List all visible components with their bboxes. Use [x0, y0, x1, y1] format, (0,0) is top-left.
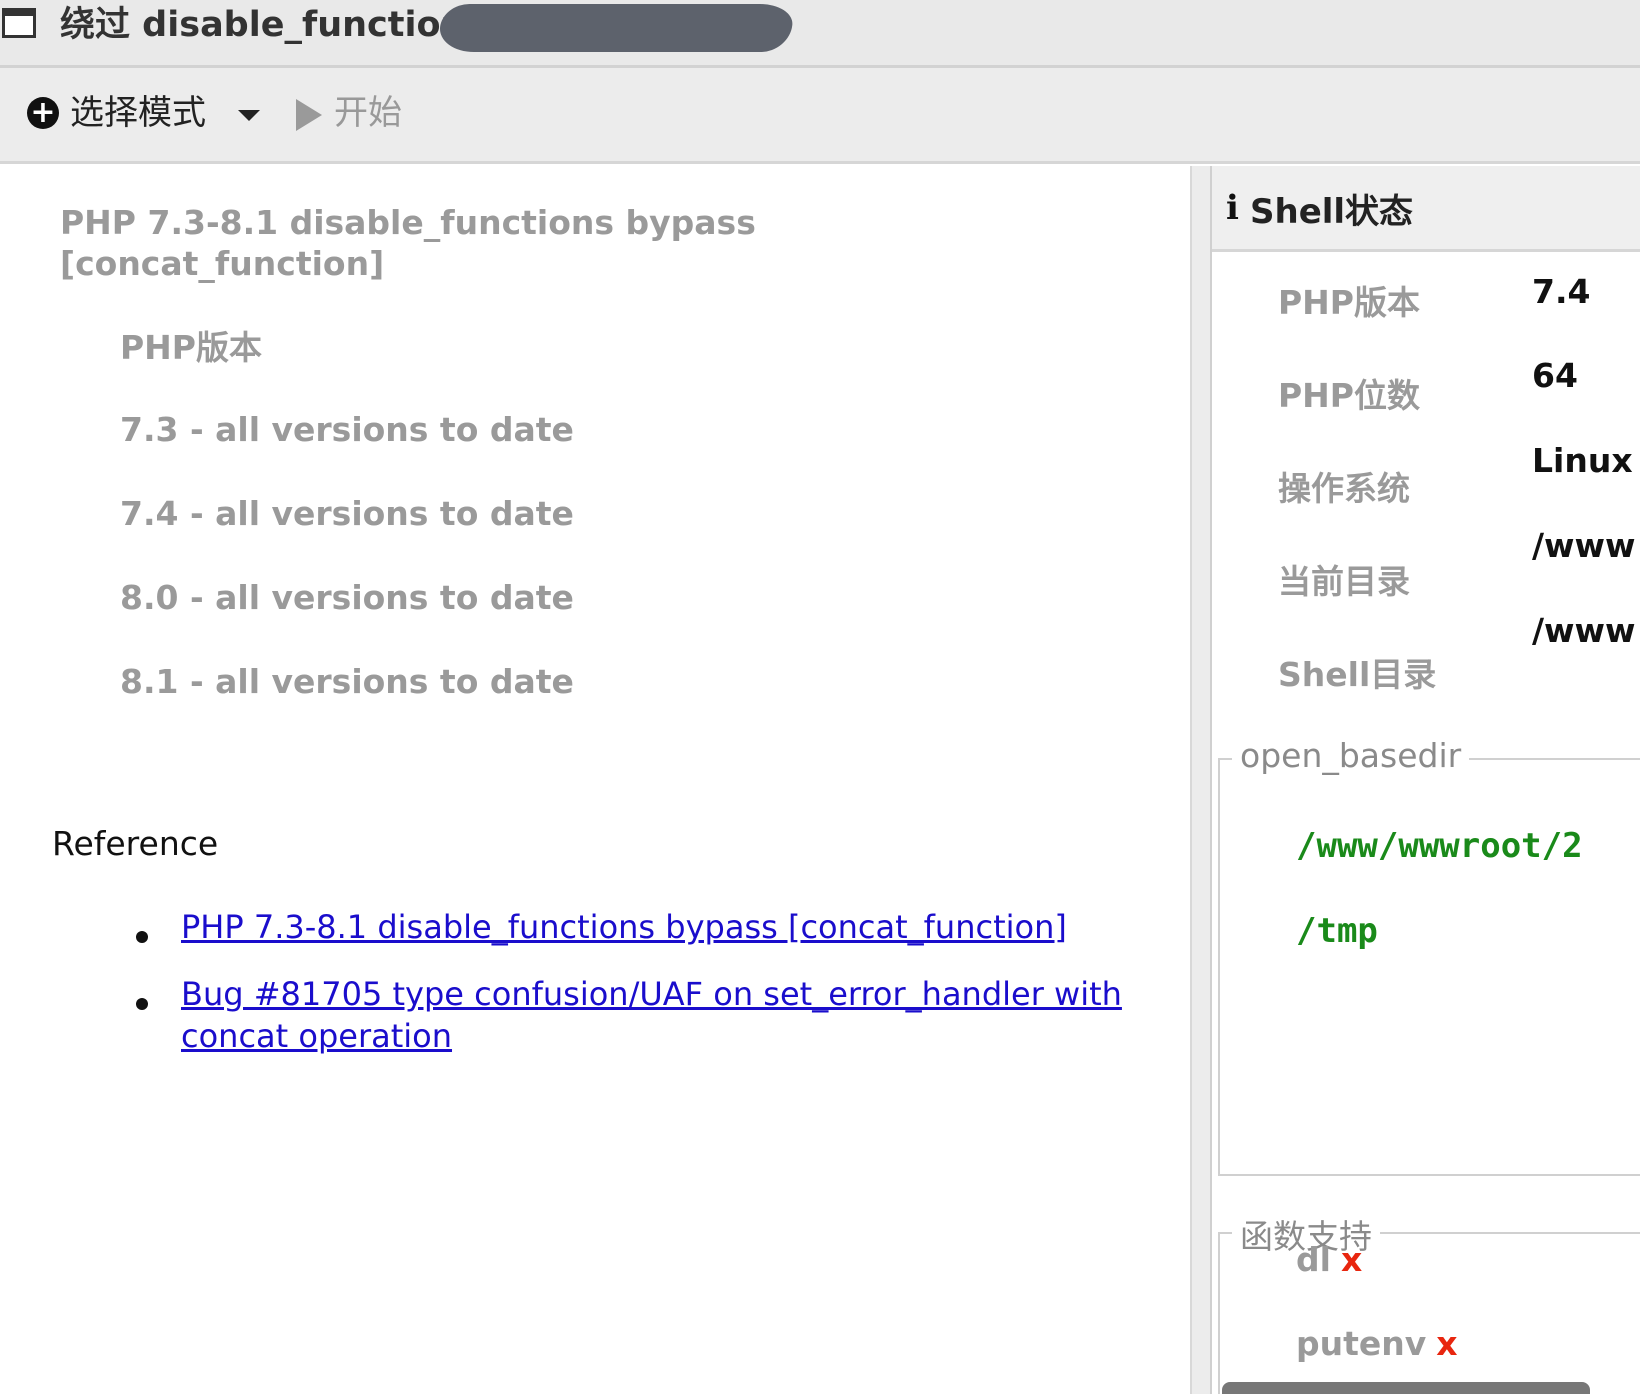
- chevron-down-icon[interactable]: [238, 110, 260, 121]
- start-button[interactable]: 开始: [334, 90, 402, 136]
- status-value-current-dir: /www: [1532, 526, 1636, 565]
- shell-status-header: i Shell状态: [1212, 166, 1640, 252]
- plus-circle-icon[interactable]: +: [27, 97, 59, 129]
- status-key-php-bits: PHP位数: [1278, 376, 1420, 415]
- fieldset-border: [1218, 758, 1220, 1176]
- version-item: 7.4 - all versions to date: [120, 494, 574, 533]
- fieldset-border: [1218, 1232, 1220, 1394]
- function-name: dl: [1296, 1240, 1331, 1279]
- toolbar: + 选择模式 开始: [0, 68, 1640, 164]
- status-key-current-dir: 当前目录: [1278, 562, 1410, 601]
- panel-divider[interactable]: [1192, 166, 1210, 1394]
- status-key-php-version: PHP版本: [1278, 283, 1420, 322]
- shell-status-title: Shell状态: [1250, 192, 1414, 232]
- open-basedir-legend: open_basedir: [1232, 736, 1470, 775]
- reference-link-exploit[interactable]: PHP 7.3-8.1 disable_functions bypass [co…: [181, 908, 1067, 946]
- fieldset-border: [1218, 1174, 1640, 1176]
- select-mode-button[interactable]: 选择模式: [70, 90, 206, 136]
- version-item: 8.0 - all versions to date: [120, 578, 574, 617]
- status-key-os: 操作系统: [1278, 469, 1410, 508]
- function-name: putenv: [1296, 1324, 1427, 1363]
- bullet-icon: [136, 998, 148, 1010]
- exploit-details-panel: PHP 7.3-8.1 disable_functions bypass [co…: [0, 166, 1192, 1394]
- shell-status-panel: i Shell状态 PHP版本 7.4 PHP位数 64 操作系统 Linux …: [1210, 166, 1640, 1394]
- basedir-path: /www/wwwroot/2: [1296, 826, 1583, 866]
- unsupported-x-icon: x: [1340, 1240, 1363, 1279]
- reference-heading: Reference: [52, 824, 219, 863]
- basedir-path: /tmp: [1296, 911, 1378, 951]
- redaction-mark: [437, 4, 795, 52]
- window-title: 绕过 disable_functions-: [60, 5, 501, 45]
- function-item-putenv: putenv x: [1296, 1324, 1458, 1363]
- status-value-php-version: 7.4: [1532, 272, 1591, 311]
- reference-list-item: PHP 7.3-8.1 disable_functions bypass [co…: [181, 906, 1181, 948]
- bullet-icon: [136, 931, 148, 943]
- unsupported-x-icon: x: [1436, 1324, 1458, 1363]
- status-value-os: Linux: [1532, 441, 1633, 480]
- status-value-php-bits: 64: [1532, 356, 1578, 395]
- status-value-shell-dir: /www: [1532, 611, 1636, 650]
- reference-link-bug[interactable]: Bug #81705 type confusion/UAF on set_err…: [181, 975, 1122, 1055]
- reference-list-item: Bug #81705 type confusion/UAF on set_err…: [181, 973, 1181, 1057]
- function-item-dl: dl x: [1296, 1240, 1362, 1279]
- php-version-label: PHP版本: [120, 328, 262, 367]
- version-item: 7.3 - all versions to date: [120, 410, 574, 449]
- version-item: 8.1 - all versions to date: [120, 662, 574, 701]
- status-key-shell-dir: Shell目录: [1278, 655, 1437, 694]
- window-icon: [2, 8, 36, 38]
- play-icon[interactable]: [296, 99, 322, 131]
- scroll-handle[interactable]: [1222, 1382, 1590, 1394]
- info-icon: i: [1226, 188, 1239, 228]
- exploit-title: PHP 7.3-8.1 disable_functions bypass [co…: [60, 203, 756, 283]
- title-bar: 绕过 disable_functions-: [0, 0, 1640, 68]
